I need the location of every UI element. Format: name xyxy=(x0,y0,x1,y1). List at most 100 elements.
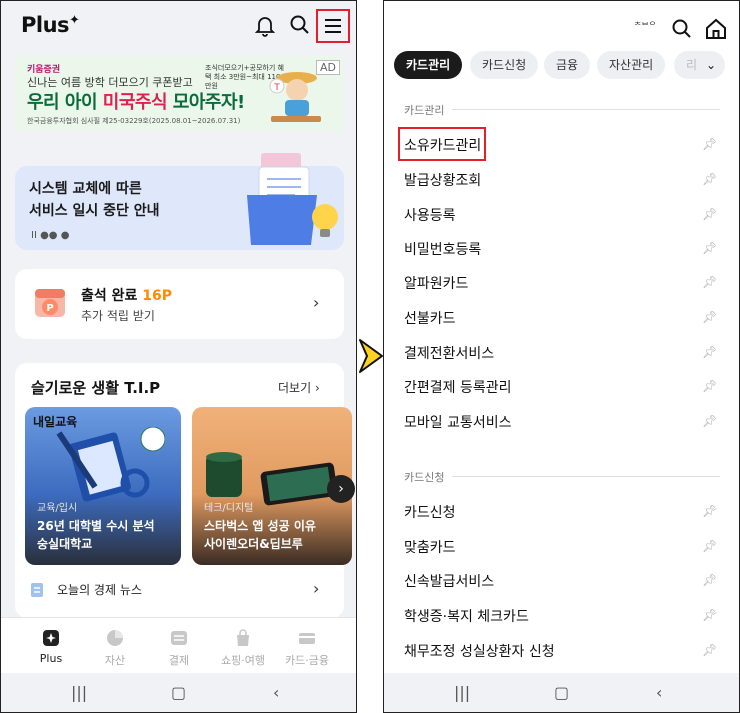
recent-apps-icon[interactable]: ||| xyxy=(454,683,470,702)
back-icon[interactable]: ‹ xyxy=(656,683,662,702)
search-icon[interactable] xyxy=(286,11,314,39)
menu-item[interactable]: 간편결제 등록관리 xyxy=(404,377,512,397)
tip-card-category: 테크/디지털 xyxy=(204,503,254,514)
banner-line-1: 시스템 교체에 따른 xyxy=(29,181,142,197)
section-title: 카드관리 xyxy=(404,104,445,117)
ad-disclaimer: 한국금융투자협회 심사필 제25-03229호(2025.08.01~2026.… xyxy=(27,117,241,125)
recent-apps-icon[interactable]: ||| xyxy=(71,683,87,702)
pin-icon[interactable]: 📌︎ xyxy=(702,379,717,393)
tip-card-subtitle: 사이렌오더&딥브루 xyxy=(204,537,303,551)
transition-arrow-icon xyxy=(359,339,383,373)
notice-banner[interactable]: 시스템 교체에 따른 서비스 일시 중단 안내 II ●● ● xyxy=(15,153,344,250)
menu-header: ᄎᄇᄋ xyxy=(384,1,739,51)
tip-more-link[interactable]: 더보기 › xyxy=(278,379,320,396)
menu-item[interactable]: 채무조정 성실상환자 신청 xyxy=(404,641,555,661)
ad-headline: 우리 아이 미국주식 모아주자! xyxy=(27,92,245,113)
search-icon[interactable] xyxy=(668,15,696,43)
pin-icon[interactable]: 📌︎ xyxy=(702,137,717,151)
home-header: Plus✦ xyxy=(1,1,356,51)
chip-finance[interactable]: 금융 xyxy=(544,51,591,79)
menu-item[interactable]: 카드신청 xyxy=(404,502,456,522)
pin-icon[interactable]: 📌︎ xyxy=(702,345,717,359)
menu-item[interactable]: 모바일 교통서비스 xyxy=(404,412,512,432)
chevron-right-icon: › xyxy=(313,293,320,312)
calendar-points-icon: P xyxy=(35,289,65,317)
tip-section: 슬기로운 생활 T.I.P 더보기 › 내일교육 교육/입시 26년 대학별 수… xyxy=(15,363,355,618)
menu-item[interactable]: 신속발급서비스 xyxy=(404,571,494,591)
pin-icon[interactable]: 📌︎ xyxy=(702,172,717,186)
menu-item[interactable]: 비밀번호등록 xyxy=(404,239,481,259)
menu-item[interactable]: 사용등록 xyxy=(404,205,456,225)
right-screen: ᄎᄇᄋ 카드관리 카드신청 금융 자산관리 리조 ⌄ 카드관리 소유카드관리 📌… xyxy=(383,0,740,713)
ad-banner[interactable]: 키움증권 신나는 여름 방학 더모으기 쿠폰받고 조식더모으기+공모하기 혜택 … xyxy=(15,56,344,131)
economy-news-link[interactable]: 오늘의 경제 뉴스 xyxy=(57,581,142,598)
chevron-down-icon[interactable]: ⌄ xyxy=(697,51,725,79)
pie-chart-icon xyxy=(107,630,123,646)
menu-item[interactable]: 발급상황조회 xyxy=(404,170,481,190)
chevron-right-icon: › xyxy=(313,579,320,598)
menu-item[interactable]: 학생증·복지 체크카드 xyxy=(404,606,529,626)
pin-icon[interactable]: 📌︎ xyxy=(702,241,717,255)
tab-payment[interactable]: 결제 xyxy=(149,628,209,668)
shopping-bag-icon xyxy=(237,629,249,646)
pin-icon[interactable]: 📌︎ xyxy=(702,310,717,324)
tab-card-finance[interactable]: 카드·금융 xyxy=(277,628,337,668)
pin-icon[interactable]: 📌︎ xyxy=(702,573,717,587)
pin-icon[interactable]: 📌︎ xyxy=(702,608,717,622)
tip-card-title: 26년 대학별 수시 분석 xyxy=(37,519,155,533)
section-divider xyxy=(452,476,720,477)
tip-card-category: 교육/입시 xyxy=(37,503,78,514)
pin-icon[interactable]: 📌︎ xyxy=(702,207,717,221)
hamburger-menu-button[interactable] xyxy=(316,9,350,43)
back-icon[interactable]: ‹ xyxy=(273,683,279,702)
menu-item[interactable]: 알파원카드 xyxy=(404,273,468,293)
menu-item[interactable]: 선불카드 xyxy=(404,308,456,328)
svg-text:T: T xyxy=(273,83,280,93)
tab-label: 자산 xyxy=(104,654,126,667)
category-chip-bar: 카드관리 카드신청 금융 자산관리 리조 xyxy=(394,51,734,79)
clipboard-pen-icon xyxy=(56,427,165,502)
coffee-phone-illustration xyxy=(206,452,338,506)
menu-item[interactable]: 결제전환서비스 xyxy=(404,343,494,363)
tab-label: 쇼핑·여행 xyxy=(221,654,265,667)
chip-card-management[interactable]: 카드관리 xyxy=(394,51,463,79)
carousel-next-button[interactable]: › xyxy=(327,475,355,503)
tip-card-title: 스타벅스 앱 성공 이유 xyxy=(204,519,316,533)
pin-icon[interactable]: 📌︎ xyxy=(702,539,717,553)
pin-icon[interactable]: 📌︎ xyxy=(702,643,717,657)
ad-label: AD xyxy=(316,60,340,75)
section-title: 카드신청 xyxy=(404,471,445,484)
banner-text: 시스템 교체에 따른 서비스 일시 중단 안내 xyxy=(29,178,160,222)
section-divider xyxy=(452,109,720,110)
tab-assets[interactable]: 자산 xyxy=(85,628,145,668)
news-icon xyxy=(31,583,43,597)
banner-pager: II ●● ● xyxy=(31,230,70,241)
tab-shopping-travel[interactable]: 쇼핑·여행 xyxy=(213,628,273,668)
pin-icon[interactable]: 📌︎ xyxy=(702,275,717,289)
bell-icon[interactable] xyxy=(251,11,279,39)
tab-plus[interactable]: Plus xyxy=(21,628,81,665)
home-icon[interactable] xyxy=(702,15,730,43)
plus-tab-icon xyxy=(43,630,59,646)
tip-section-title: 슬기로운 생활 T.I.P xyxy=(31,379,161,397)
app-logo: Plus✦ xyxy=(21,13,80,37)
left-screen: Plus✦ 키움증권 신나는 여름 방학 더모으기 쿠폰받고 조식더모으기+공모… xyxy=(0,0,357,713)
tip-card[interactable]: 내일교육 교육/입시 26년 대학별 수시 분석 숭실대학교 xyxy=(25,407,181,565)
home-icon[interactable]: ▢ xyxy=(554,683,569,702)
chip-card-application[interactable]: 카드신청 xyxy=(470,51,539,79)
menu-item[interactable]: 맞춤카드 xyxy=(404,537,456,557)
attendance-points: 16P xyxy=(142,288,173,304)
attendance-title: 출석 완료 16P xyxy=(81,288,173,304)
pin-icon[interactable]: 📌︎ xyxy=(702,414,717,428)
home-icon[interactable]: ▢ xyxy=(171,683,186,702)
tab-label: Plus xyxy=(39,652,63,665)
pin-icon[interactable]: 📌︎ xyxy=(702,504,717,518)
chip-asset-management[interactable]: 자산관리 xyxy=(597,51,666,79)
system-navigation-bar: ||| ▢ ‹ xyxy=(1,673,356,712)
bottom-tab-bar: Plus 자산 결제 쇼핑·여행 카드·금융 xyxy=(1,617,356,673)
attendance-card[interactable]: P 출석 완료 16P 추가 적립 받기 › xyxy=(15,269,344,339)
hamburger-icon xyxy=(325,19,341,33)
banner-line-2: 서비스 일시 중단 안내 xyxy=(29,203,160,219)
payment-icon xyxy=(171,631,187,645)
menu-item-owned-card-management[interactable]: 소유카드관리 xyxy=(404,135,481,155)
